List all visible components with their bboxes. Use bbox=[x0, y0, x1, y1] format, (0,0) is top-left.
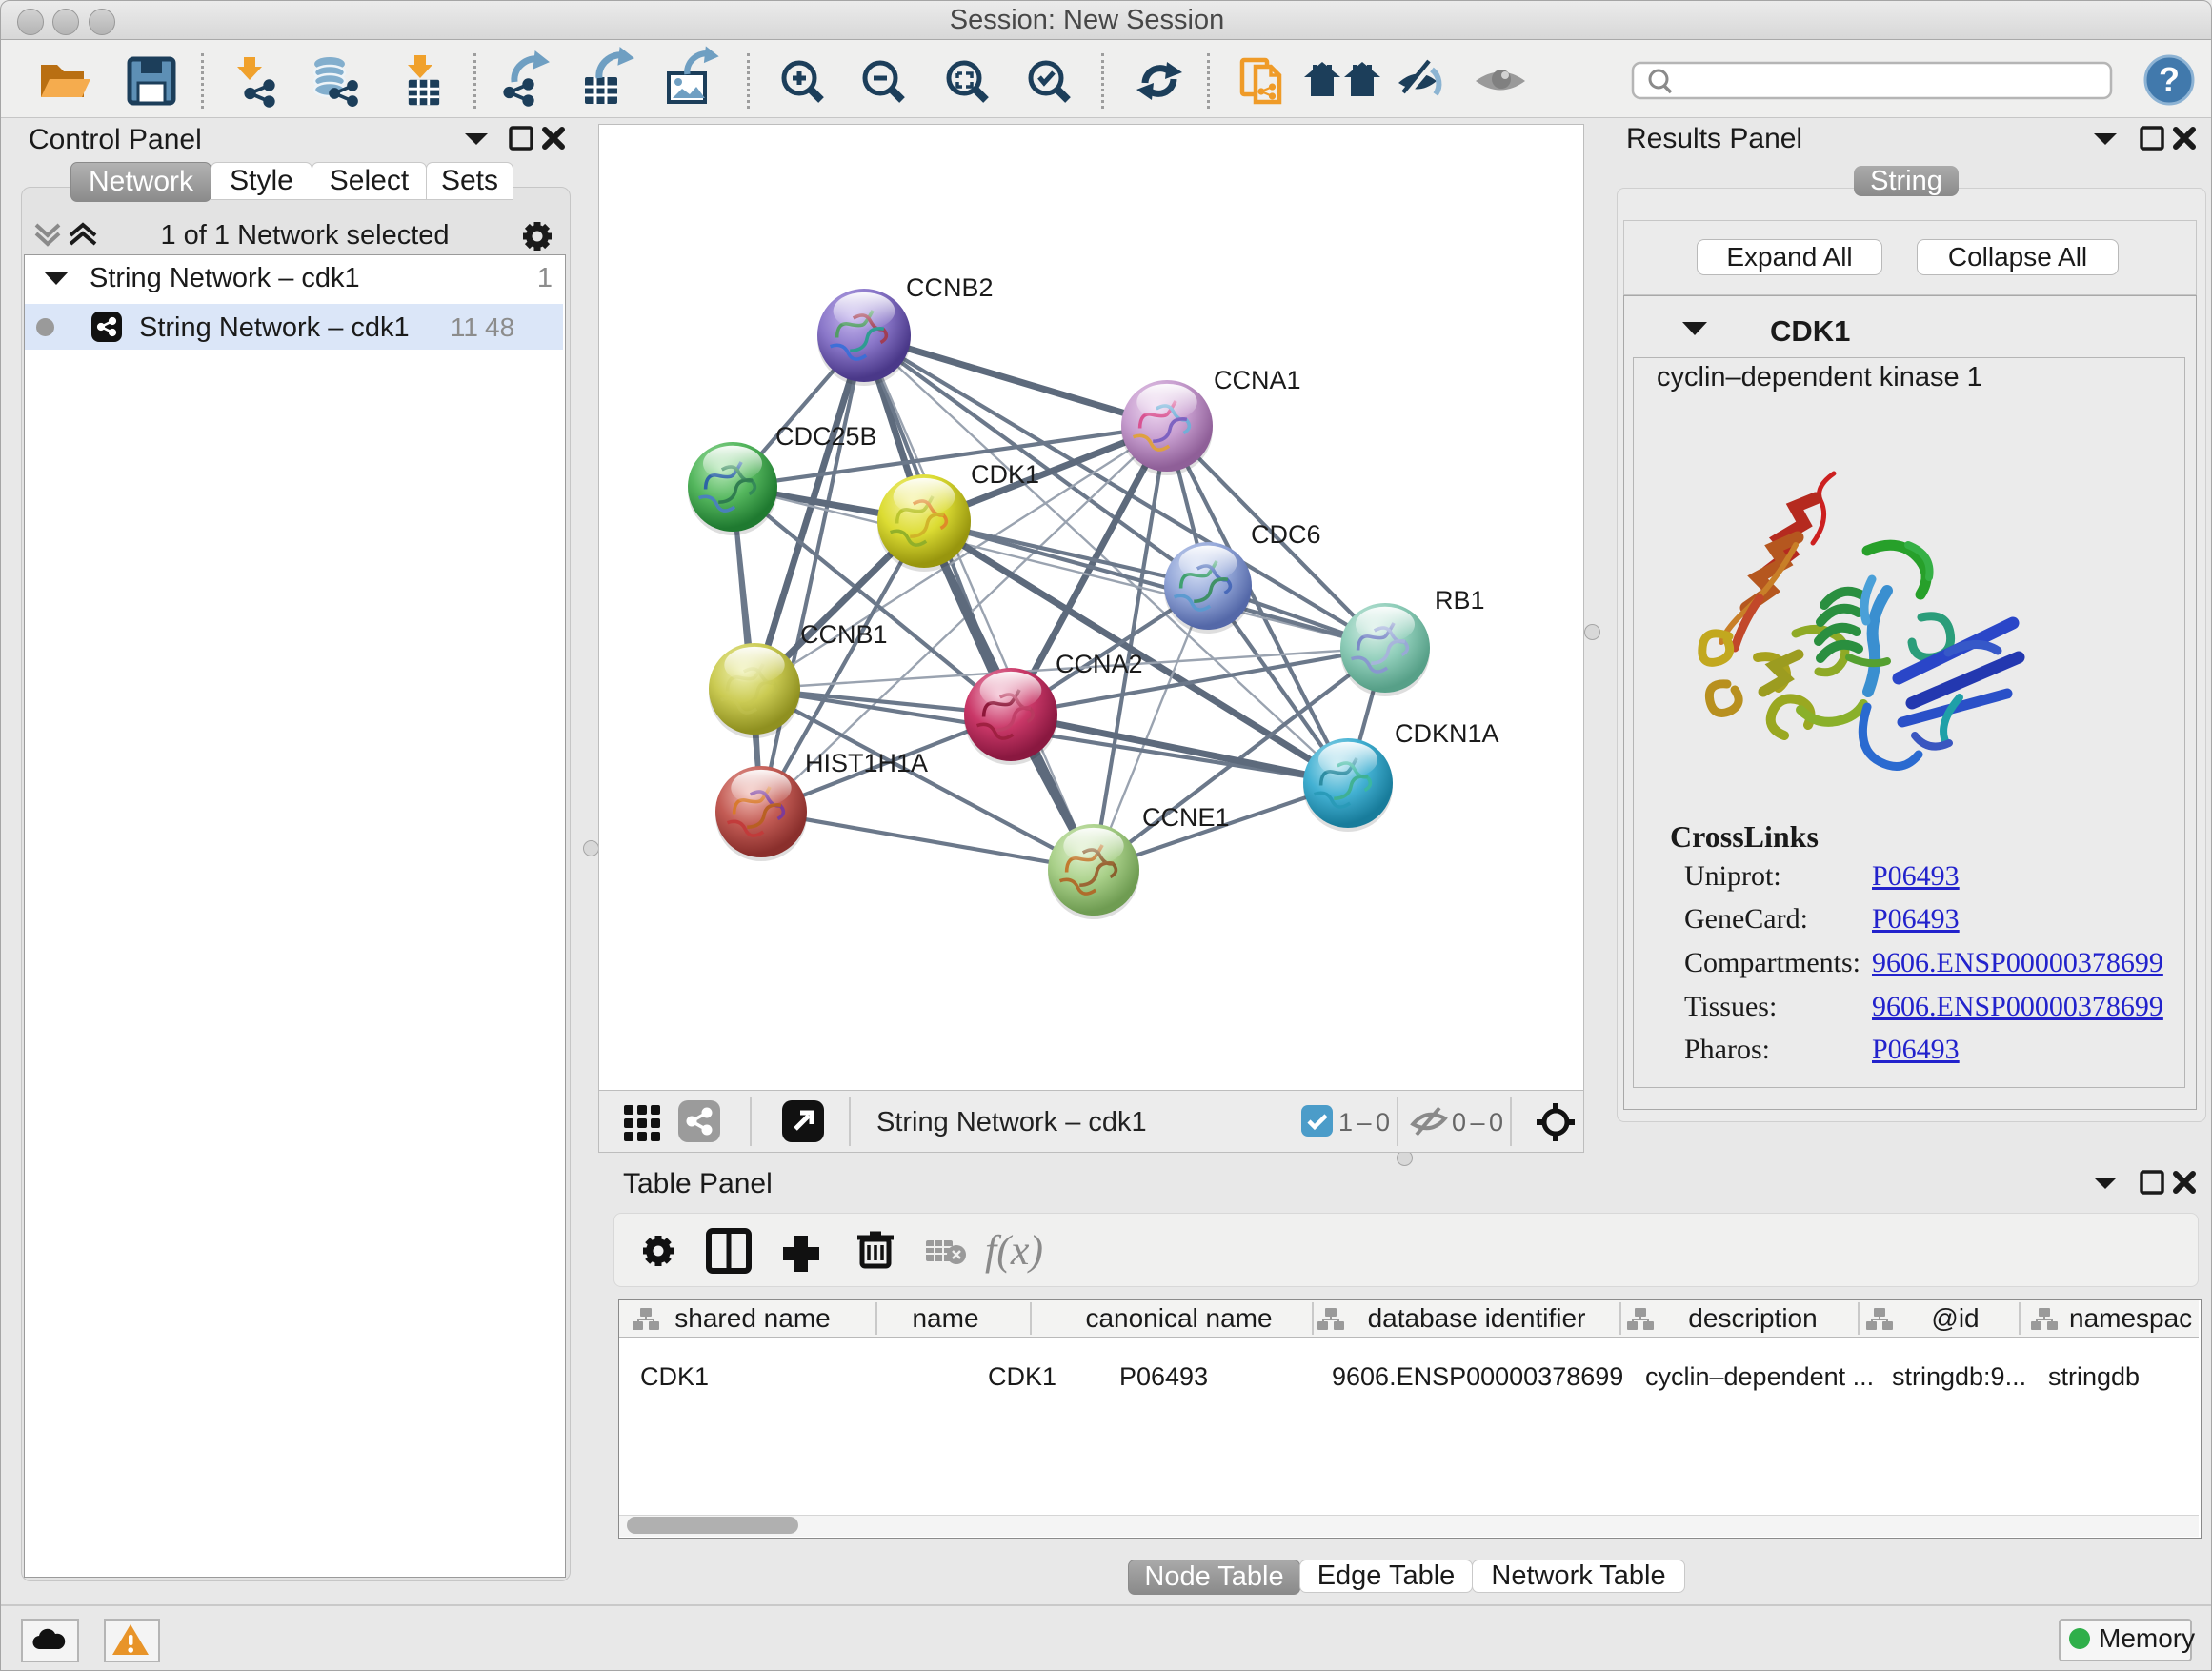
svg-text:?: ? bbox=[2159, 60, 2180, 99]
svg-text:CCNA1: CCNA1 bbox=[1214, 366, 1301, 394]
svg-text:RB1: RB1 bbox=[1435, 586, 1485, 614]
svg-text:CCNB2: CCNB2 bbox=[906, 273, 994, 302]
svg-text:CCNA2: CCNA2 bbox=[1056, 650, 1143, 678]
svg-text:CDK1: CDK1 bbox=[971, 460, 1039, 489]
svg-text:CDC6: CDC6 bbox=[1251, 520, 1321, 549]
svg-text:CDKN1A: CDKN1A bbox=[1395, 719, 1499, 748]
svg-text:HIST1H1A: HIST1H1A bbox=[805, 749, 928, 777]
svg-text:CCNE1: CCNE1 bbox=[1142, 803, 1230, 832]
svg-text:CCNB1: CCNB1 bbox=[800, 620, 888, 649]
svg-text:f(x): f(x) bbox=[985, 1227, 1043, 1274]
svg-text:CDC25B: CDC25B bbox=[775, 422, 877, 451]
